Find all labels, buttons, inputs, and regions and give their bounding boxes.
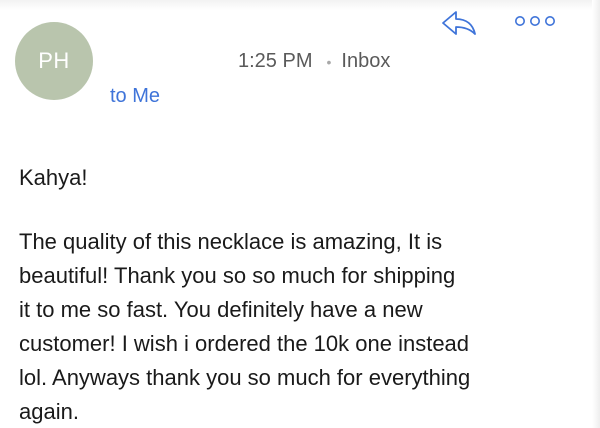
mailbox-label: Inbox bbox=[341, 50, 391, 72]
avatar-initials: PH bbox=[38, 48, 70, 73]
message-meta: 1:25 PM • Inbox bbox=[238, 50, 390, 73]
more-options-icon[interactable] bbox=[513, 12, 557, 30]
sender-avatar[interactable]: PH bbox=[15, 22, 93, 100]
recipient-line[interactable]: to Me bbox=[110, 85, 160, 108]
meta-separator: • bbox=[326, 53, 332, 70]
message-body: Kahya! The quality of this necklace is a… bbox=[19, 161, 579, 428]
right-edge bbox=[592, 0, 600, 428]
top-edge bbox=[0, 0, 600, 10]
reply-arrow-icon[interactable] bbox=[441, 10, 477, 36]
message-time: 1:25 PM bbox=[238, 50, 313, 72]
message-greeting: Kahya! bbox=[19, 165, 88, 190]
message-text: The quality of this necklace is amazing,… bbox=[19, 229, 471, 424]
email-view: PH 1:25 PM • Inbox to Me Kahya! The qual… bbox=[0, 0, 600, 428]
